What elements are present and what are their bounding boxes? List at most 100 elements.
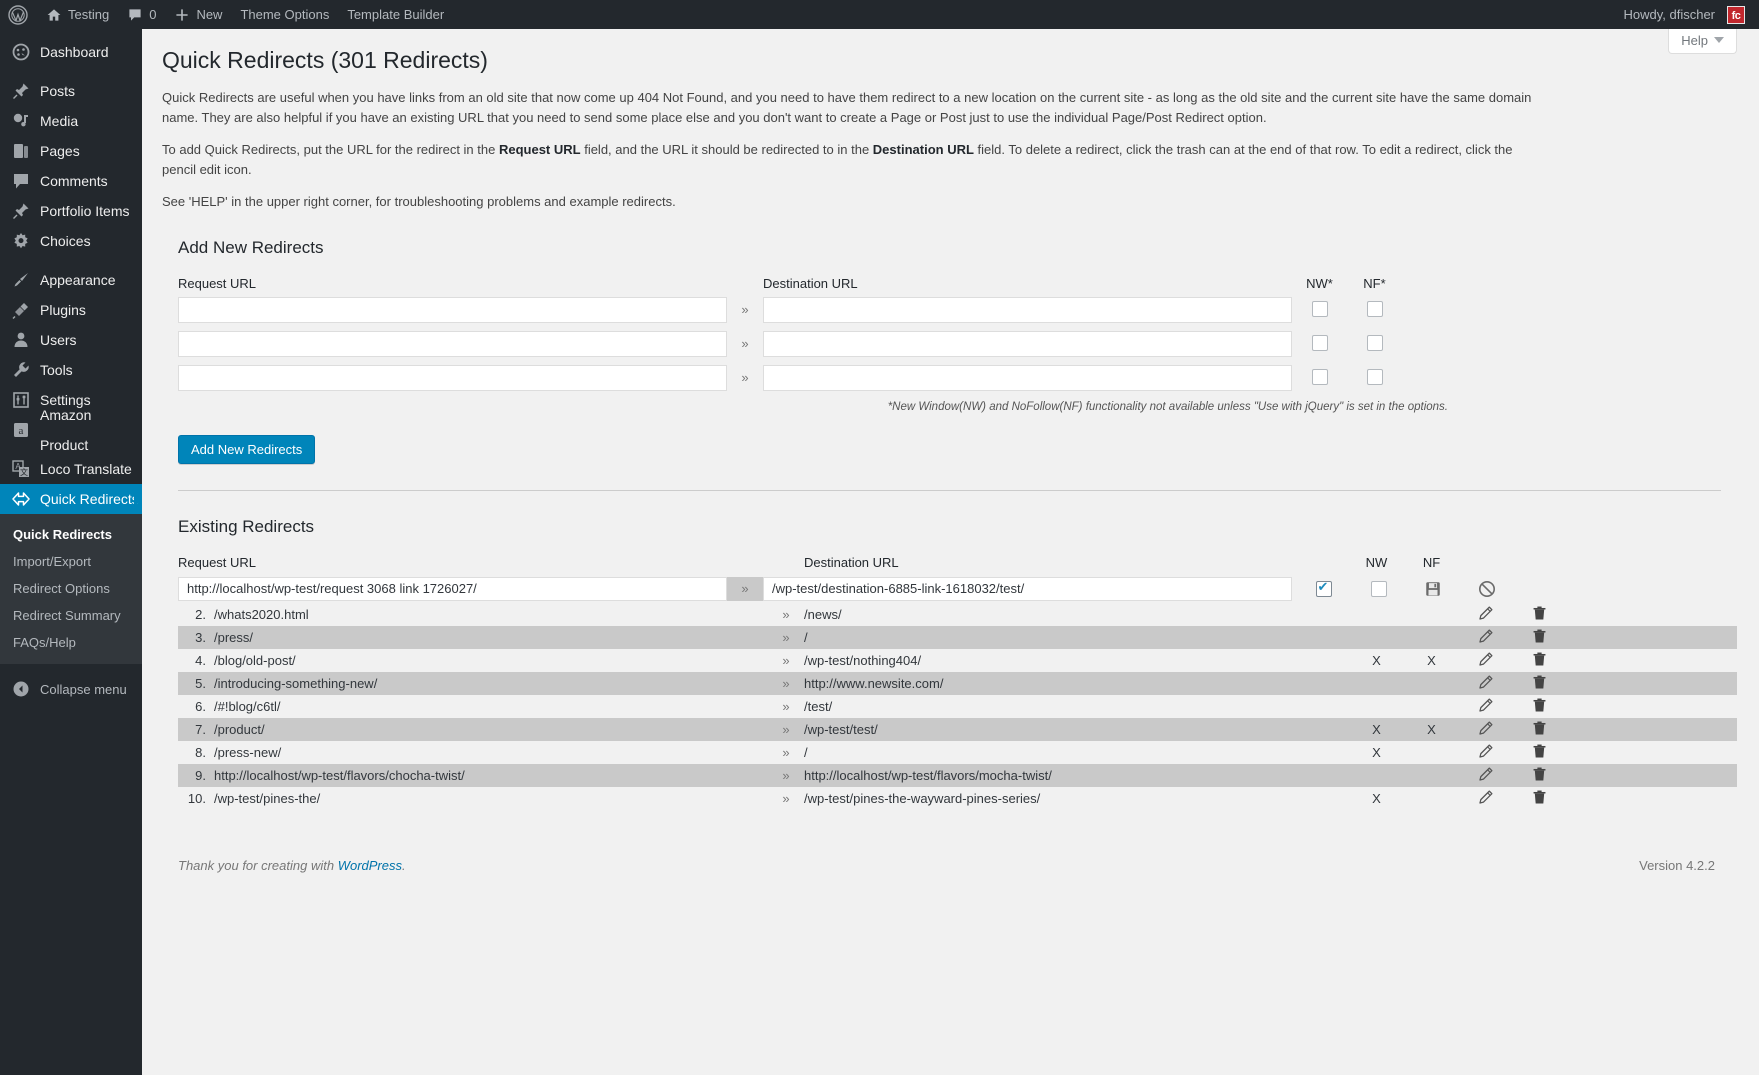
new-content-menu[interactable]: New <box>165 0 231 29</box>
sidebar-item-loco-translate[interactable]: A 文 Loco Translate <box>0 454 142 484</box>
pencil-edit-icon[interactable] <box>1477 674 1495 692</box>
collapse-menu-button[interactable]: Collapse menu <box>0 672 142 706</box>
sidebar-item-posts[interactable]: Posts <box>0 76 142 106</box>
trash-can-icon[interactable] <box>1531 628 1549 646</box>
template-builder-menu[interactable]: Template Builder <box>338 0 453 29</box>
request-url-term: Request URL <box>499 142 581 157</box>
edit-nf-checkbox[interactable] <box>1371 581 1387 597</box>
account-menu[interactable]: Howdy, dfischer fc <box>1614 0 1759 29</box>
sidebar-item-media[interactable]: Media <box>0 106 142 136</box>
pencil-edit-icon[interactable] <box>1477 766 1495 784</box>
sidebar-item-pages[interactable]: Pages <box>0 136 142 166</box>
save-redirect-cell <box>1406 580 1460 598</box>
wordpress-link[interactable]: WordPress <box>338 858 402 873</box>
sidebar-item-choices[interactable]: Choices <box>0 226 142 256</box>
submenu-item-faqs-help[interactable]: FAQs/Help <box>0 629 142 656</box>
row-request-cell: 4./blog/old-post/ <box>178 653 768 668</box>
sidebar-item-dashboard[interactable]: Dashboard <box>0 37 142 67</box>
row-nf-flag: X <box>1404 653 1459 668</box>
sidebar-item-plugins[interactable]: Plugins <box>0 295 142 325</box>
row-destination-url: /wp-test/pines-the-wayward-pines-series/ <box>804 791 1349 806</box>
row-request-url: /press/ <box>214 630 253 645</box>
row-number: 6. <box>180 699 206 714</box>
trash-can-icon[interactable] <box>1531 651 1549 669</box>
add-nf-checkbox-1[interactable] <box>1367 301 1383 317</box>
add-nf-checkbox-3[interactable] <box>1367 369 1383 385</box>
row-request-url: /product/ <box>214 722 265 737</box>
plus-icon <box>174 7 190 23</box>
intro-2-part-c: field, and the URL it should be redirect… <box>581 142 873 157</box>
edit-destination-url-input[interactable] <box>763 577 1292 601</box>
wordpress-logo-menu[interactable] <box>0 0 37 29</box>
submenu-item-redirect-summary[interactable]: Redirect Summary <box>0 602 142 629</box>
row-delete-cell <box>1513 720 1567 738</box>
row-nw-flag: X <box>1349 791 1404 806</box>
sidebar-item-users[interactable]: Users <box>0 325 142 355</box>
add-request-url-input-1[interactable] <box>178 297 727 323</box>
trash-can-icon[interactable] <box>1531 789 1549 807</box>
row-request-url: /blog/old-post/ <box>214 653 296 668</box>
add-destination-url-input-3[interactable] <box>763 365 1292 391</box>
row-arrow-icon: » <box>768 653 804 668</box>
help-tab-toggle[interactable]: Help <box>1668 29 1737 54</box>
sidebar-item-label: Quick Redirects <box>40 484 139 514</box>
template-builder-label: Template Builder <box>347 0 444 29</box>
trash-can-icon[interactable] <box>1531 697 1549 715</box>
pencil-edit-icon[interactable] <box>1477 720 1495 738</box>
row-edit-cell <box>1459 743 1513 761</box>
pencil-edit-icon[interactable] <box>1477 697 1495 715</box>
pencil-edit-icon[interactable] <box>1477 743 1495 761</box>
submenu-item-quick-redirects[interactable]: Quick Redirects <box>0 521 142 548</box>
add-destination-url-input-1[interactable] <box>763 297 1292 323</box>
add-nf-checkbox-2[interactable] <box>1367 335 1383 351</box>
trash-can-icon[interactable] <box>1531 743 1549 761</box>
section-divider <box>178 490 1721 491</box>
sidebar-item-quick-redirects[interactable]: Quick Redirects <box>0 484 142 514</box>
row-edit-cell <box>1459 789 1513 807</box>
submenu-item-import-export[interactable]: Import/Export <box>0 548 142 575</box>
row-nw-flag: X <box>1349 722 1404 737</box>
site-name-menu[interactable]: Testing <box>37 0 118 29</box>
pencil-edit-icon[interactable] <box>1477 789 1495 807</box>
trash-can-icon[interactable] <box>1531 605 1549 623</box>
add-request-url-input-3[interactable] <box>178 365 727 391</box>
sidebar-item-amazon-product[interactable]: a Amazon Product <box>0 415 142 445</box>
trash-can-icon[interactable] <box>1531 766 1549 784</box>
edit-nf-cell <box>1351 580 1406 597</box>
wordpress-version: Version 4.2.2 <box>1639 858 1715 873</box>
theme-options-menu[interactable]: Theme Options <box>231 0 338 29</box>
add-destination-url-input-2[interactable] <box>763 331 1292 357</box>
row-request-url: /press-new/ <box>214 745 281 760</box>
row-request-cell: 10./wp-test/pines-the/ <box>178 791 768 806</box>
comments-menu[interactable]: 0 <box>118 0 165 29</box>
add-request-url-input-2[interactable] <box>178 331 727 357</box>
add-nw-checkbox-3[interactable] <box>1312 369 1328 385</box>
sidebar-item-portfolio-items[interactable]: Portfolio Items <box>0 196 142 226</box>
add-redirect-row: » <box>178 365 1737 391</box>
add-nw-checkbox-1[interactable] <box>1312 301 1328 317</box>
admin-bar: Testing 0 New Theme Options Template Bui… <box>0 0 1759 29</box>
add-new-redirects-button[interactable]: Add New Redirects <box>178 435 315 464</box>
pencil-edit-icon[interactable] <box>1477 605 1495 623</box>
cancel-circle-icon[interactable] <box>1478 580 1496 598</box>
sidebar-item-appearance[interactable]: Appearance <box>0 265 142 295</box>
intro-paragraph-1: Quick Redirects are useful when you have… <box>162 88 1537 127</box>
edit-request-url-input[interactable] <box>178 577 727 601</box>
pencil-edit-icon[interactable] <box>1477 628 1495 646</box>
main-content-area: Help Quick Redirects (301 Redirects) Qui… <box>142 29 1759 1075</box>
pencil-edit-icon[interactable] <box>1477 651 1495 669</box>
sidebar-item-comments[interactable]: Comments <box>0 166 142 196</box>
trash-can-icon[interactable] <box>1531 720 1549 738</box>
table-request-url-header: Request URL <box>178 555 768 570</box>
edit-nw-checkbox[interactable] <box>1316 581 1332 597</box>
add-nw-checkbox-cell-1 <box>1292 301 1347 319</box>
menu-separator <box>0 256 142 265</box>
add-nf-checkbox-cell-3 <box>1347 369 1402 387</box>
trash-can-icon[interactable] <box>1531 674 1549 692</box>
sidebar-item-tools[interactable]: Tools <box>0 355 142 385</box>
footer-thanks-prefix: Thank you for creating with <box>178 858 338 873</box>
add-nw-checkbox-2[interactable] <box>1312 335 1328 351</box>
floppy-save-icon[interactable] <box>1424 580 1442 598</box>
sidebar-item-label: Dashboard <box>40 37 109 67</box>
submenu-item-redirect-options[interactable]: Redirect Options <box>0 575 142 602</box>
